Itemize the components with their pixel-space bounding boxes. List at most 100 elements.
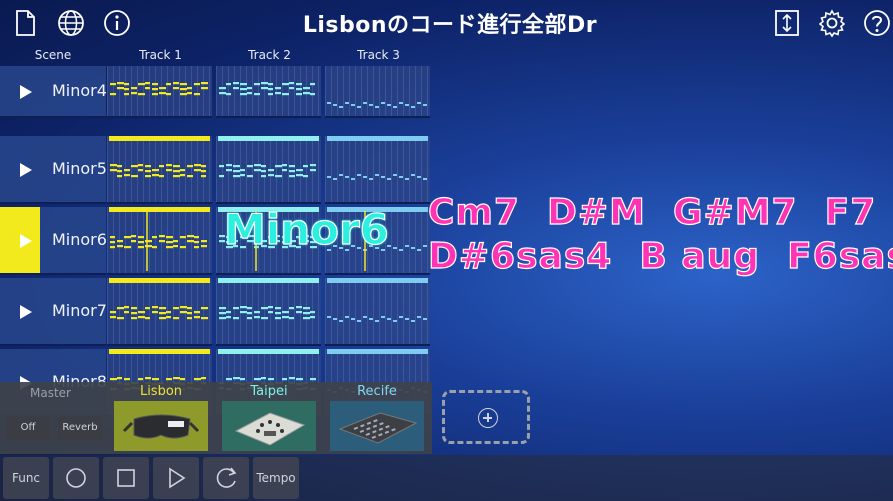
reverb-button[interactable]: Reverb xyxy=(58,416,102,440)
add-instrument-button[interactable] xyxy=(442,390,530,444)
scene-label: Minor4 xyxy=(52,81,107,100)
note-mark xyxy=(339,174,343,176)
note-mark xyxy=(233,317,239,320)
new-document-icon[interactable] xyxy=(10,8,40,38)
note-mark xyxy=(138,164,143,167)
instrument-name: Taipei xyxy=(250,384,288,399)
tempo-button[interactable]: Tempo xyxy=(253,457,299,499)
note-mark xyxy=(411,174,415,176)
note-mark xyxy=(233,175,240,178)
note-mark xyxy=(152,378,159,381)
note-mark xyxy=(166,246,173,249)
note-mark xyxy=(423,178,427,180)
clip-scene1-track3[interactable] xyxy=(325,66,430,118)
note-mark xyxy=(124,378,130,381)
note-mark xyxy=(180,378,185,381)
scene-row-3[interactable]: Minor6 xyxy=(0,207,107,275)
play-icon xyxy=(20,305,32,319)
stop-button[interactable] xyxy=(103,457,149,499)
instrument-slot-lisbon[interactable]: Lisbon xyxy=(111,384,211,454)
clip-scene2-track2[interactable] xyxy=(216,136,321,204)
note-mark xyxy=(166,169,172,172)
scene-row-2[interactable]: Minor5 xyxy=(0,136,107,204)
note-mark xyxy=(363,176,367,178)
off-button[interactable]: Off xyxy=(6,416,50,440)
note-mark xyxy=(282,316,289,319)
loop-arrow-icon xyxy=(216,467,237,488)
scene-row-4[interactable]: Minor7 xyxy=(0,278,107,346)
note-mark xyxy=(166,83,171,86)
note-mark xyxy=(339,320,343,322)
note-mark xyxy=(194,241,199,244)
note-mark xyxy=(159,317,166,320)
func-button[interactable]: Func xyxy=(3,457,49,499)
instrument-slot-recife[interactable]: Recife xyxy=(327,384,427,454)
note-mark xyxy=(194,236,199,239)
info-icon[interactable] xyxy=(102,8,132,38)
settings-gear-icon[interactable] xyxy=(817,8,847,38)
clip-note-pattern xyxy=(110,306,208,320)
clip-scene2-track1[interactable] xyxy=(107,136,212,204)
scene-launch-area[interactable] xyxy=(0,278,40,344)
clip-scene4-track1[interactable] xyxy=(107,278,212,346)
note-mark xyxy=(180,83,187,86)
note-mark xyxy=(187,92,192,95)
note-mark xyxy=(333,178,337,180)
note-mark xyxy=(339,106,343,108)
expand-vertical-icon[interactable] xyxy=(772,8,802,38)
clip-scene3-track1[interactable] xyxy=(107,207,212,275)
note-mark xyxy=(289,307,294,310)
note-mark xyxy=(247,312,252,315)
note-mark xyxy=(131,317,137,320)
note-mark xyxy=(124,83,129,86)
note-mark xyxy=(296,306,302,309)
clip-note-pattern xyxy=(327,102,427,108)
note-mark xyxy=(405,104,409,106)
record-button[interactable] xyxy=(53,457,99,499)
play-button[interactable] xyxy=(153,457,199,499)
note-mark xyxy=(187,87,192,90)
note-mark xyxy=(201,170,206,173)
note-mark xyxy=(131,307,137,310)
note-mark xyxy=(268,378,274,381)
clip-scene1-track1[interactable] xyxy=(107,66,212,118)
note-mark xyxy=(110,169,117,172)
note-mark xyxy=(138,246,144,249)
clip-scene4-track2[interactable] xyxy=(216,278,321,346)
scene-row-1[interactable]: Minor4 xyxy=(0,66,107,118)
instrument-name: Recife xyxy=(357,384,397,399)
scene-launch-area[interactable] xyxy=(0,207,40,273)
scene-launch-area[interactable] xyxy=(0,136,40,202)
note-mark xyxy=(333,318,337,320)
note-mark xyxy=(261,377,266,380)
loop-button[interactable] xyxy=(203,457,249,499)
note-mark xyxy=(363,102,367,104)
note-mark xyxy=(124,246,131,249)
note-mark xyxy=(351,318,355,320)
note-mark xyxy=(117,317,124,320)
note-mark xyxy=(117,170,122,173)
app-title: Lisbonのコード進行全部Dr xyxy=(302,13,598,38)
note-mark xyxy=(275,87,281,90)
note-mark xyxy=(145,245,152,248)
note-mark xyxy=(345,176,349,178)
note-mark xyxy=(303,175,308,178)
scene-name-overlay: Minor6 xyxy=(223,204,389,254)
clip-scene2-track3[interactable] xyxy=(325,136,430,204)
scene-launch-area[interactable] xyxy=(0,66,40,116)
note-mark xyxy=(381,176,385,178)
globe-icon[interactable] xyxy=(56,8,86,38)
note-mark xyxy=(310,378,316,381)
clip-scene4-track3[interactable] xyxy=(325,278,430,346)
note-mark xyxy=(417,249,421,251)
note-mark xyxy=(152,174,159,177)
note-mark xyxy=(399,249,403,251)
note-mark xyxy=(261,82,268,85)
help-icon[interactable] xyxy=(862,8,892,38)
note-mark xyxy=(138,93,145,96)
note-mark xyxy=(152,88,158,91)
note-mark xyxy=(268,169,274,172)
note-mark xyxy=(131,92,137,95)
clip-scene1-track2[interactable] xyxy=(216,66,321,118)
instrument-slot-taipei[interactable]: Taipei xyxy=(219,384,319,454)
